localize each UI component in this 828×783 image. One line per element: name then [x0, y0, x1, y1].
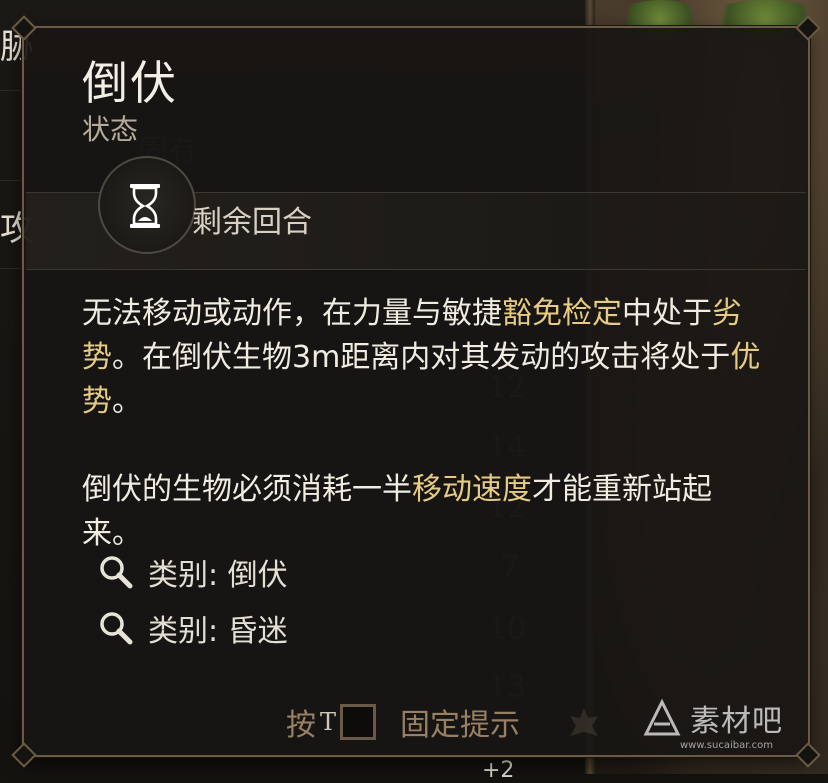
watermark-url: www.sucaibar.com: [680, 740, 773, 751]
keybind-icon: [340, 704, 377, 740]
description-text: 无法移动或动作，在力量与敏捷: [82, 296, 502, 331]
background-value: +2: [482, 758, 515, 783]
keyword-movement-speed[interactable]: 移动速度: [412, 472, 532, 507]
hint-prefix: 按: [286, 708, 316, 743]
duration-label: 剩余回合: [192, 205, 312, 240]
category-link-prone[interactable]: 类别: 倒伏: [98, 552, 288, 593]
watermark-name: 素材吧: [690, 704, 783, 739]
description-text: 倒伏的生物必须消耗一半: [82, 472, 412, 507]
hint-action: 固定提示: [400, 708, 521, 743]
hourglass-icon: [130, 184, 160, 228]
magnifier-icon: [100, 612, 133, 645]
status-tooltip: 倒伏 状态 剩余回合 无法移动或动作，在力量与敏捷豁免检定中处于劣势。在倒伏生物…: [11, 15, 821, 768]
crest-icon: [570, 708, 598, 736]
keyword-saving-throw[interactable]: 豁免检定: [502, 296, 622, 331]
status-title: 倒伏: [82, 56, 178, 110]
pin-tooltip-hint: 按 T 固定提示: [286, 700, 520, 744]
description-text: 。在倒伏生物3m距离内对其发动的攻击将处于: [112, 340, 731, 375]
category-label: 类别: 倒伏: [148, 558, 288, 593]
category-link-unconscious[interactable]: 类别: 昏迷: [98, 608, 288, 649]
keybind-label: T: [320, 708, 337, 736]
watermark-logo-icon: [643, 698, 681, 736]
description-text: 中处于: [622, 296, 712, 331]
description-paragraph: 倒伏的生物必须消耗一半移动速度才能重新站起来。: [82, 468, 762, 556]
description-text: 。: [112, 384, 142, 419]
category-label: 类别: 昏迷: [148, 614, 288, 649]
status-type: 状态: [82, 113, 139, 146]
description-paragraph: 无法移动或动作，在力量与敏捷豁免检定中处于劣势。在倒伏生物3m距离内对其发动的攻…: [82, 292, 762, 424]
watermark: 素材吧: [640, 696, 783, 740]
magnifier-icon: [100, 556, 133, 589]
